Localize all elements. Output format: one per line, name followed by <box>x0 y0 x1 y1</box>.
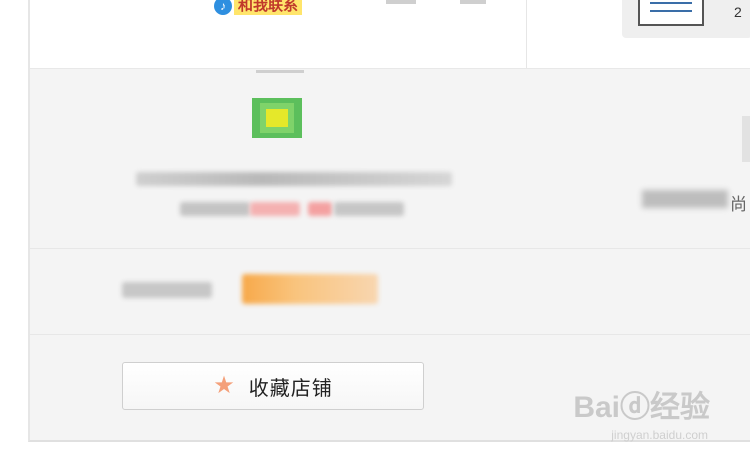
rating-label-blurred <box>122 282 212 298</box>
shop-header-strip: ♪ 和我联系 2 <box>30 0 750 69</box>
right-column-text: 尚 <box>730 195 747 214</box>
shop-name-blurred <box>136 172 452 186</box>
shop-detail-highlight <box>250 202 300 216</box>
shop-detail-blurred <box>180 202 250 216</box>
header-divider <box>460 0 486 4</box>
right-column-edge <box>742 116 750 162</box>
shop-logo[interactable] <box>252 98 302 138</box>
section-divider <box>30 248 750 249</box>
right-column-blurred <box>642 190 728 208</box>
contact-seller-badge[interactable]: ♪ 和我联系 <box>214 0 303 16</box>
shop-info-panel: ♪ 和我联系 2 尚 ★ 收藏店铺 <box>28 0 750 442</box>
corner-text: 2 <box>734 4 742 20</box>
qq-icon: ♪ <box>214 0 232 15</box>
avatar-divider <box>256 70 304 73</box>
document-icon <box>638 0 704 26</box>
star-icon: ★ <box>213 372 235 399</box>
section-divider <box>30 334 750 335</box>
rating-badge-blurred <box>242 274 378 304</box>
column-divider <box>526 0 527 68</box>
watermark-logo: Baiⓓ经验 <box>573 391 710 424</box>
favorite-shop-button[interactable]: ★ 收藏店铺 <box>122 362 424 410</box>
shop-detail-blurred <box>334 202 404 216</box>
header-divider <box>386 0 416 4</box>
shop-rating-box: 2 <box>622 0 750 38</box>
contact-seller-label: 和我联系 <box>234 0 303 15</box>
favorite-shop-label: 收藏店铺 <box>248 377 333 400</box>
shop-detail-highlight <box>308 202 332 216</box>
watermark-url: jingyan.baidu.com <box>611 428 708 442</box>
